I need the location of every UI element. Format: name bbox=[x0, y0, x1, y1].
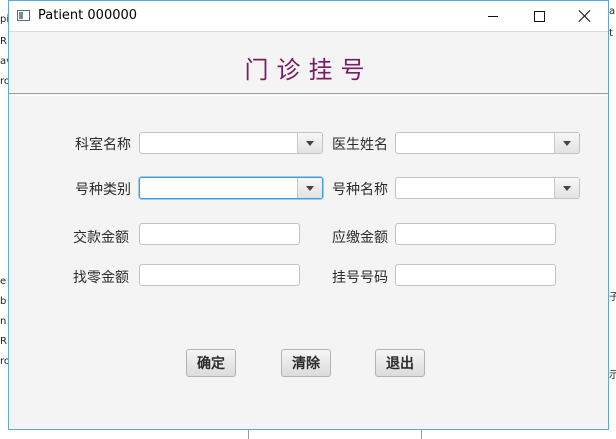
minimize-icon bbox=[488, 15, 498, 17]
type-dropdown-button[interactable] bbox=[297, 178, 322, 198]
bg-text-fragment: R bbox=[0, 336, 7, 347]
confirm-button[interactable]: 确定 bbox=[186, 349, 236, 377]
app-icon bbox=[17, 10, 30, 21]
payment-label: 交款金额 bbox=[73, 230, 129, 246]
maximize-icon bbox=[533, 10, 545, 22]
type-label: 号种类别 bbox=[75, 182, 131, 198]
doctor-dropdown-button[interactable] bbox=[554, 133, 579, 153]
registration-window: Patient 000000 门诊挂号 科室名称 医生姓名 号种类别 号种名称 … bbox=[8, 0, 609, 430]
doctor-label: 医生姓名 bbox=[332, 137, 388, 153]
bg-divider bbox=[421, 430, 422, 439]
bg-text-fragment: av bbox=[0, 56, 8, 67]
chevron-down-icon bbox=[306, 185, 314, 191]
page-title: 门诊挂号 bbox=[244, 56, 373, 84]
bg-text-fragment: b bbox=[0, 296, 7, 307]
bg-text-fragment: 示 bbox=[609, 370, 616, 381]
department-label: 科室名称 bbox=[75, 137, 131, 153]
title-bar[interactable]: Patient 000000 bbox=[9, 1, 608, 31]
bg-text-fragment: n bbox=[0, 316, 7, 327]
header-divider-highlight bbox=[9, 95, 608, 96]
close-icon bbox=[579, 10, 591, 22]
type-name-label: 号种名称 bbox=[332, 182, 388, 198]
bg-text-fragment: ro bbox=[0, 76, 8, 87]
chevron-down-icon bbox=[563, 185, 571, 191]
bg-text-fragment: 子 bbox=[609, 292, 616, 303]
type-combo[interactable] bbox=[139, 177, 323, 199]
chevron-down-icon bbox=[563, 140, 571, 146]
due-label: 应缴金额 bbox=[332, 230, 388, 246]
reg-number-input[interactable] bbox=[395, 264, 556, 286]
clear-button[interactable]: 清除 bbox=[281, 349, 331, 377]
bg-divider bbox=[248, 430, 249, 439]
doctor-combo[interactable] bbox=[395, 132, 580, 154]
type-name-dropdown-button[interactable] bbox=[554, 178, 579, 198]
change-label: 找零金额 bbox=[73, 270, 129, 286]
minimize-button[interactable] bbox=[470, 1, 516, 31]
bg-text-fragment: t bbox=[609, 28, 613, 39]
bg-text-fragment: R bbox=[0, 36, 7, 47]
chevron-down-icon bbox=[306, 140, 314, 146]
background-app-bottom bbox=[0, 430, 616, 439]
department-dropdown-button[interactable] bbox=[297, 133, 322, 153]
bg-text-fragment: pi bbox=[0, 14, 8, 25]
due-input[interactable] bbox=[395, 223, 556, 245]
close-button[interactable] bbox=[562, 1, 608, 31]
header-band: 门诊挂号 bbox=[9, 31, 608, 94]
bg-text-fragment: a bbox=[609, 6, 616, 17]
exit-button[interactable]: 退出 bbox=[375, 349, 425, 377]
bg-text-fragment: e bbox=[0, 276, 7, 287]
department-combo[interactable] bbox=[139, 132, 323, 154]
header-divider bbox=[9, 93, 608, 94]
type-name-combo[interactable] bbox=[395, 177, 580, 199]
window-title: Patient 000000 bbox=[38, 8, 138, 23]
bg-text-fragment: ro bbox=[0, 356, 8, 367]
reg-number-label: 挂号号码 bbox=[332, 270, 388, 286]
maximize-button[interactable] bbox=[516, 1, 562, 31]
change-input[interactable] bbox=[139, 264, 300, 286]
payment-input[interactable] bbox=[139, 223, 300, 245]
